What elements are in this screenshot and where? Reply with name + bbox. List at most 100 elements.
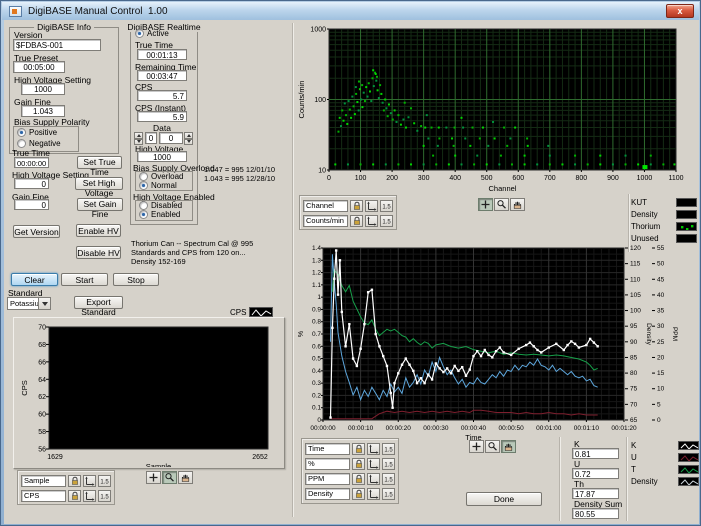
set-true-time-button[interactable]: Set True Time (77, 156, 122, 177)
legend-item[interactable]: T (631, 463, 699, 475)
axis-label-field[interactable]: Channel (303, 200, 348, 212)
autoscale-button[interactable] (367, 458, 380, 470)
close-button[interactable]: x (666, 4, 694, 18)
axis-scale-row: CPS 1.5 (21, 490, 111, 502)
zoom-button[interactable] (162, 471, 177, 484)
radio-enabled[interactable]: Enabled (139, 210, 180, 219)
hv-setting-field[interactable]: 1000 (21, 83, 65, 95)
digibase-info-title: DigiBASE Info (34, 22, 94, 32)
legend-item[interactable]: Thorium (631, 220, 697, 232)
legend-item[interactable]: KUT (631, 196, 697, 208)
disable-hv-button[interactable]: Disable HV (76, 246, 121, 259)
spin-down-button[interactable] (184, 138, 193, 145)
trend-chart[interactable]: 0 0.1 0.2 0.3 0.4 0.5 0.6 0.7 0.8 0.9 1 1.1 1.2 1.3 1.… (297, 243, 701, 443)
scale-lock-button[interactable] (352, 473, 365, 485)
scale-lock-button[interactable] (68, 475, 81, 487)
axis-label-field[interactable]: Time (305, 443, 350, 455)
svg-text:0.6: 0.6 (312, 343, 321, 350)
set-hv-field[interactable]: 0 (14, 178, 49, 189)
zoom-button[interactable] (485, 440, 500, 453)
scale-lock-button[interactable] (350, 200, 363, 212)
legend-item[interactable]: Density (631, 208, 697, 220)
radio-positive[interactable]: Positive (17, 128, 57, 137)
autoscale-button[interactable] (83, 475, 96, 487)
start-button[interactable]: Start (61, 273, 108, 286)
done-button[interactable]: Done (466, 492, 542, 506)
true-preset-field[interactable]: 00:05:00 (13, 61, 65, 73)
scale-lock-button[interactable] (350, 215, 363, 227)
standard-dropdown[interactable]: Potassium (7, 297, 51, 310)
export-standard-button[interactable]: Export Standard (74, 296, 123, 317)
autoscale-button[interactable] (367, 473, 380, 485)
svg-text:55: 55 (657, 245, 665, 252)
dropdown-arrow-button[interactable] (39, 297, 51, 310)
set-gain-fine-button[interactable]: Set Gain Fine (77, 198, 123, 219)
pan-button[interactable] (510, 198, 525, 211)
legend-item[interactable]: Density (631, 475, 699, 487)
cps-chart[interactable]: 56 58 60 62 64 66 68 70 1629 2652 Sample CPS (15, 319, 283, 467)
axis-label-field[interactable]: CPS (21, 490, 66, 502)
svg-text:85: 85 (630, 354, 638, 361)
scale-format-button[interactable]: 1.5 (98, 490, 111, 502)
stop-button[interactable]: Stop (113, 273, 159, 286)
scale-format-button[interactable]: 1.5 (98, 475, 111, 487)
axis-label-field[interactable]: Density (305, 488, 350, 500)
autoscale-button[interactable] (83, 490, 96, 502)
enable-hv-button[interactable]: Enable HV (76, 224, 121, 237)
axis-label-field[interactable]: Sample (21, 475, 66, 487)
axis-label-field[interactable]: Counts/min (303, 215, 348, 227)
set-true-time-field[interactable]: 00:00:00 (14, 157, 49, 168)
svg-text:110: 110 (630, 276, 641, 283)
svg-text:50: 50 (657, 261, 665, 268)
gain-fine-field[interactable]: 1.043 (21, 105, 65, 117)
svg-text:0.1: 0.1 (312, 405, 321, 412)
data-value-field[interactable]: 0 (159, 132, 183, 144)
autoscale-button[interactable] (365, 200, 378, 212)
scale-format-button[interactable]: 1.5 (380, 215, 393, 227)
svg-text:100: 100 (630, 308, 641, 315)
svg-text:0.7: 0.7 (312, 331, 321, 338)
clear-button[interactable]: Clear (11, 273, 58, 286)
scale-format-button[interactable]: 1.5 (382, 488, 395, 500)
scale-format-button[interactable]: 1.5 (382, 443, 395, 455)
title-bar[interactable]: DigiBASE Manual Control 1.00 x (2, 2, 699, 20)
radio-overload[interactable]: Overload (139, 172, 183, 181)
scale-format-button[interactable]: 1.5 (382, 458, 395, 470)
get-version-button[interactable]: Get Version (13, 225, 60, 238)
autoscale-button[interactable] (365, 215, 378, 227)
spectrum-legend: KUT Density Thorium Unused (631, 196, 697, 244)
scale-lock-button[interactable] (352, 458, 365, 470)
svg-text:00:00:40: 00:00:40 (461, 425, 487, 432)
legend-item[interactable]: K (631, 439, 699, 451)
legend-item[interactable]: U (631, 451, 699, 463)
pan-button[interactable] (178, 471, 193, 484)
scale-format-button[interactable]: 1.5 (382, 473, 395, 485)
scale-lock-button[interactable] (68, 490, 81, 502)
axis-label-field[interactable]: % (305, 458, 350, 470)
set-gain-field[interactable]: 0 (14, 199, 49, 210)
cursor-move-button[interactable] (469, 440, 484, 453)
scale-lock-button[interactable] (352, 443, 365, 455)
autoscale-button[interactable] (367, 488, 380, 500)
svg-text:80: 80 (630, 370, 638, 377)
zoom-button[interactable] (494, 198, 509, 211)
version-field[interactable]: $FDBAS-001 (13, 39, 101, 51)
cps-legend-swatch (249, 307, 274, 317)
autoscale-button[interactable] (367, 443, 380, 455)
cursor-move-button[interactable] (146, 471, 161, 484)
set-high-voltage-button[interactable]: Set High Voltage (75, 177, 123, 198)
cursor-move-button[interactable] (478, 198, 493, 211)
radio-normal[interactable]: Normal (139, 181, 177, 190)
radio-active[interactable]: Active (135, 29, 169, 38)
scale-lock-button[interactable] (352, 488, 365, 500)
axis-label-field[interactable]: PPM (305, 473, 350, 485)
svg-text:1000: 1000 (637, 175, 653, 182)
radio-disabled[interactable]: Disabled (139, 201, 182, 210)
data-index-field[interactable]: 0 (145, 132, 157, 144)
scale-format-button[interactable]: 1.5 (380, 200, 393, 212)
spectrum-chart[interactable]: 10 100 1000 0 100 200 300 400 500 600 700 800 900 100… (297, 23, 689, 197)
data-value-spinner[interactable] (184, 132, 193, 145)
radio-negative[interactable]: Negative (17, 139, 61, 148)
pan-button[interactable] (501, 440, 516, 453)
radio-label: Overload (151, 172, 184, 181)
